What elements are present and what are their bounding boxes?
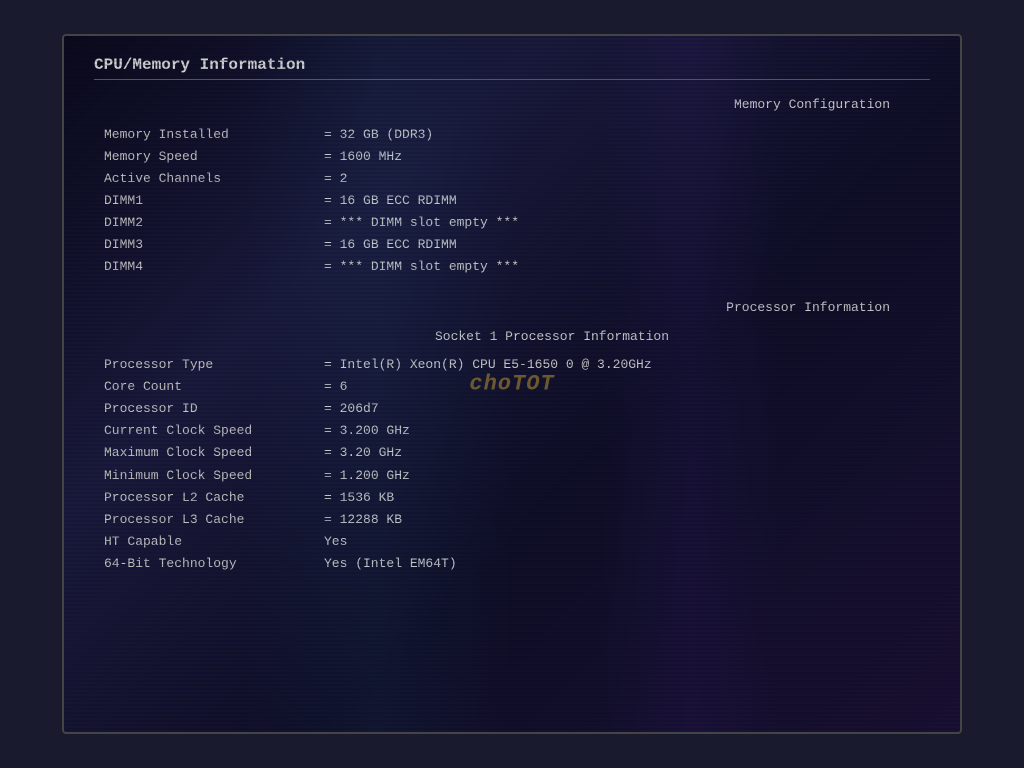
memory-info-block: Memory Installed32 GB (DDR3)Memory Speed… (94, 124, 930, 279)
info-label: Minimum Clock Speed (104, 465, 324, 487)
table-row: Maximum Clock Speed3.20 GHz (104, 442, 930, 464)
table-row: Core Count6 (104, 376, 930, 398)
info-label: Processor ID (104, 398, 324, 420)
table-row: Current Clock Speed3.200 GHz (104, 420, 930, 442)
info-label: Memory Installed (104, 124, 324, 146)
info-value: Yes (324, 531, 347, 553)
info-value: 1536 KB (324, 487, 394, 509)
table-row: DIMM316 GB ECC RDIMM (104, 234, 930, 256)
info-value: 16 GB ECC RDIMM (324, 234, 457, 256)
memory-section-header: Memory Configuration (94, 95, 890, 116)
info-value: 3.200 GHz (324, 420, 410, 442)
info-label: Processor Type (104, 354, 324, 376)
info-label: Processor L2 Cache (104, 487, 324, 509)
info-label: Maximum Clock Speed (104, 442, 324, 464)
table-row: Minimum Clock Speed1.200 GHz (104, 465, 930, 487)
content-area: Memory Configuration Memory Installed32 … (94, 95, 930, 575)
processor-section-header: Processor Information (94, 298, 890, 319)
info-value: 32 GB (DDR3) (324, 124, 433, 146)
info-value: *** DIMM slot empty *** (324, 256, 519, 278)
info-value: 1600 MHz (324, 146, 402, 168)
table-row: 64-Bit Technology Yes (Intel EM64T) (104, 553, 930, 575)
info-label: DIMM2 (104, 212, 324, 234)
table-row: Processor L2 Cache1536 KB (104, 487, 930, 509)
info-label: Core Count (104, 376, 324, 398)
info-label: DIMM4 (104, 256, 324, 278)
table-row: Processor ID206d7 (104, 398, 930, 420)
info-label: Processor L3 Cache (104, 509, 324, 531)
table-row: Memory Speed1600 MHz (104, 146, 930, 168)
page-title: CPU/Memory Information (94, 56, 930, 80)
info-value: 12288 KB (324, 509, 402, 531)
info-value: 2 (324, 168, 347, 190)
info-label: Active Channels (104, 168, 324, 190)
info-value: 6 (324, 376, 347, 398)
table-row: HT Capable Yes (104, 531, 930, 553)
table-row: DIMM4*** DIMM slot empty *** (104, 256, 930, 278)
table-row: DIMM2*** DIMM slot empty *** (104, 212, 930, 234)
processor-info-block: Processor TypeIntel(R) Xeon(R) CPU E5-16… (94, 354, 930, 575)
info-value: Intel(R) Xeon(R) CPU E5-1650 0 @ 3.20GHz (324, 354, 652, 376)
info-value: 3.20 GHz (324, 442, 402, 464)
table-row: DIMM116 GB ECC RDIMM (104, 190, 930, 212)
info-label: Memory Speed (104, 146, 324, 168)
info-value: Yes (Intel EM64T) (324, 553, 457, 575)
bios-screen: choTOT CPU/Memory Information Memory Con… (62, 34, 962, 734)
info-label: DIMM1 (104, 190, 324, 212)
info-label: 64-Bit Technology (104, 553, 324, 575)
info-label: HT Capable (104, 531, 324, 553)
table-row: Processor L3 Cache12288 KB (104, 509, 930, 531)
table-row: Active Channels2 (104, 168, 930, 190)
table-row: Memory Installed32 GB (DDR3) (104, 124, 930, 146)
info-value: 206d7 (324, 398, 379, 420)
table-row: Processor TypeIntel(R) Xeon(R) CPU E5-16… (104, 354, 930, 376)
info-label: Current Clock Speed (104, 420, 324, 442)
info-label: DIMM3 (104, 234, 324, 256)
info-value: 1.200 GHz (324, 465, 410, 487)
info-value: 16 GB ECC RDIMM (324, 190, 457, 212)
processor-sub-section: Socket 1 Processor Information (174, 327, 930, 348)
info-value: *** DIMM slot empty *** (324, 212, 519, 234)
